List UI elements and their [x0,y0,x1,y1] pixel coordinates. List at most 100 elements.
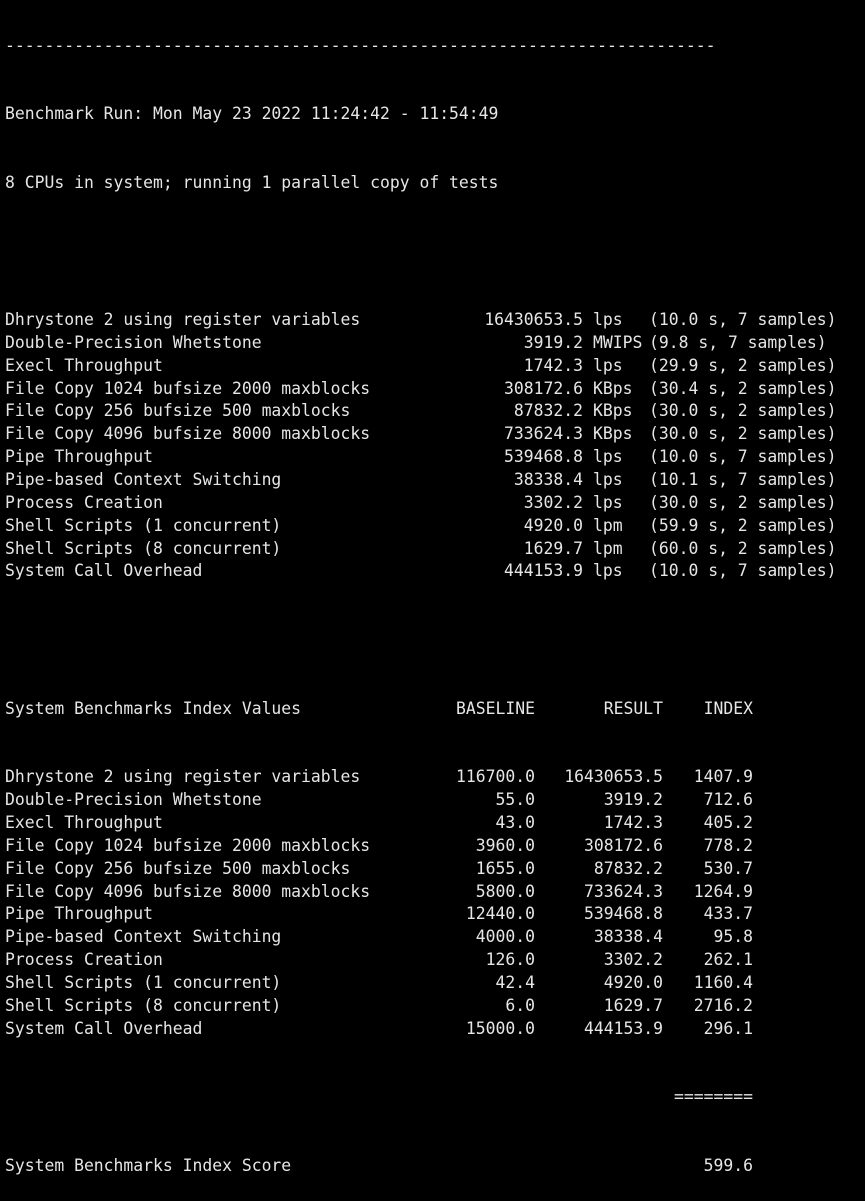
index-row-name: Process Creation [5,950,163,970]
index-rule-line: ======== [5,1086,837,1109]
index-row: Execl Throughput 43.0 1742.3 405.2 [5,812,837,835]
result-row: Pipe-based Context Switching 38338.4 lps (1… [5,469,837,492]
result-value: 733624.3 [504,424,583,444]
index-row-name: Shell Scripts (8 concurrent) [5,995,282,1015]
result-unit: lps [593,561,623,581]
index-row-baseline: 15000.0 [465,1018,535,1038]
index-row-name: Execl Throughput [5,812,163,832]
results-list: Dhrystone 2 using register variables 1643… [5,309,837,583]
index-score-line: System Benchmarks Index Score 599.6 [5,1155,837,1178]
index-table-title: System Benchmarks Index Values [5,698,302,718]
col-index-header: INDEX [703,698,753,718]
result-name: Pipe-based Context Switching [5,470,282,490]
index-row-result: 3919.2 [603,790,663,810]
result-name: Double-Precision Whetstone [5,332,262,352]
result-value: 38338.4 [513,470,583,490]
result-unit: lpm [593,515,623,535]
index-row-index: 778.2 [703,835,753,855]
index-row-index: 712.6 [703,790,753,810]
result-row: Double-Precision Whetstone 3919.2 MWIPS (9.… [5,332,837,355]
index-row-baseline: 3960.0 [475,835,535,855]
result-value: 1629.7 [523,538,583,558]
index-row-index: 1160.4 [693,972,753,992]
result-unit: MWIPS [593,332,643,352]
result-unit: lps [593,355,623,375]
index-rule: ======== [674,1087,753,1107]
index-row-baseline: 126.0 [485,950,535,970]
result-detail: (9.8 s, 7 samples) [649,332,827,352]
result-name: Process Creation [5,492,163,512]
result-name: Execl Throughput [5,355,163,375]
index-row-baseline: 43.0 [495,812,535,832]
index-row-baseline: 116700.0 [456,767,535,787]
result-unit: lps [593,492,623,512]
result-row: Dhrystone 2 using register variables 1643… [5,309,837,332]
col-baseline-header: BASELINE [456,698,535,718]
result-detail: (30.0 s, 2 samples) [649,401,837,421]
result-row: Execl Throughput 1742.3 lps (29.9 s, 2 samp… [5,355,837,378]
index-row-baseline: 55.0 [495,790,535,810]
index-row-result: 1629.7 [603,995,663,1015]
index-row-name: File Copy 4096 bufsize 8000 maxblocks [5,881,371,901]
result-value: 87832.2 [513,401,583,421]
index-row-index: 405.2 [703,812,753,832]
index-row: Pipe Throughput 12440.0 539468.8 433.7 [5,903,837,926]
index-row-name: System Call Overhead [5,1018,203,1038]
result-detail: (30.0 s, 2 samples) [649,492,837,512]
index-score-value: 599.6 [703,1155,753,1175]
index-row-index: 433.7 [703,904,753,924]
index-row-name: File Copy 1024 bufsize 2000 maxblocks [5,835,371,855]
result-detail: (30.4 s, 2 samples) [649,378,837,398]
result-unit: KBps [593,424,633,444]
result-row: File Copy 256 bufsize 500 maxblocks 87832… [5,400,837,423]
result-row: File Copy 1024 bufsize 2000 maxblocks 308… [5,378,837,401]
index-row-name: Pipe Throughput [5,904,154,924]
result-detail: (10.0 s, 7 samples) [649,561,837,581]
index-row: Dhrystone 2 using register variables 1167… [5,766,837,789]
index-row: Shell Scripts (1 concurrent) 42.4 4920.0 11… [5,972,837,995]
index-row: Double-Precision Whetstone 55.0 3919.2 712.… [5,789,837,812]
index-row-name: Pipe-based Context Switching [5,927,282,947]
result-row: Shell Scripts (8 concurrent) 1629.7 lpm (60… [5,538,837,561]
index-row-result: 16430653.5 [564,767,663,787]
index-row-result: 1742.3 [603,812,663,832]
result-detail: (10.0 s, 7 samples) [649,310,837,330]
index-row-result: 4920.0 [603,972,663,992]
result-value: 3302.2 [523,492,583,512]
result-value: 16430653.5 [484,310,583,330]
index-row-result: 308172.6 [584,835,663,855]
result-detail: (30.0 s, 2 samples) [649,424,837,444]
result-name: File Copy 4096 bufsize 8000 maxblocks [5,424,371,444]
index-row-index: 530.7 [703,858,753,878]
result-value: 3919.2 [523,332,583,352]
index-row-index: 95.8 [713,927,753,947]
index-row-index: 262.1 [703,950,753,970]
index-row: File Copy 4096 bufsize 8000 maxblocks 580… [5,881,837,904]
index-row-result: 87832.2 [593,858,663,878]
index-row-name: Shell Scripts (1 concurrent) [5,972,282,992]
result-detail: (29.9 s, 2 samples) [649,355,837,375]
benchmark-run-line: Benchmark Run: Mon May 23 2022 11:24:42 … [5,104,499,124]
result-unit: lpm [593,538,623,558]
index-row: Pipe-based Context Switching 4000.0 38338.… [5,926,837,949]
result-value: 4920.0 [523,515,583,535]
result-name: File Copy 1024 bufsize 2000 maxblocks [5,378,371,398]
index-table-header: System Benchmarks Index Values BASELINE RE… [5,698,837,721]
result-row: System Call Overhead 444153.9 lps (10.0 s, … [5,560,837,583]
index-row: File Copy 1024 bufsize 2000 maxblocks 396… [5,835,837,858]
index-row-result: 733624.3 [584,881,663,901]
index-row-baseline: 4000.0 [475,927,535,947]
index-row: Shell Scripts (8 concurrent) 6.0 1629.7 271… [5,995,837,1018]
result-detail: (60.0 s, 2 samples) [649,538,837,558]
terminal-output: ----------------------------------------… [5,0,837,1201]
result-unit: KBps [593,401,633,421]
index-row-name: Double-Precision Whetstone [5,790,262,810]
index-row: System Call Overhead 15000.0 444153.9 296.1 [5,1018,837,1041]
index-row-name: File Copy 256 bufsize 500 maxblocks [5,858,351,878]
result-value: 308172.6 [504,378,583,398]
index-row-index: 1407.9 [693,767,753,787]
result-value: 444153.9 [504,561,583,581]
index-row-result: 444153.9 [584,1018,663,1038]
index-row-index: 1264.9 [693,881,753,901]
